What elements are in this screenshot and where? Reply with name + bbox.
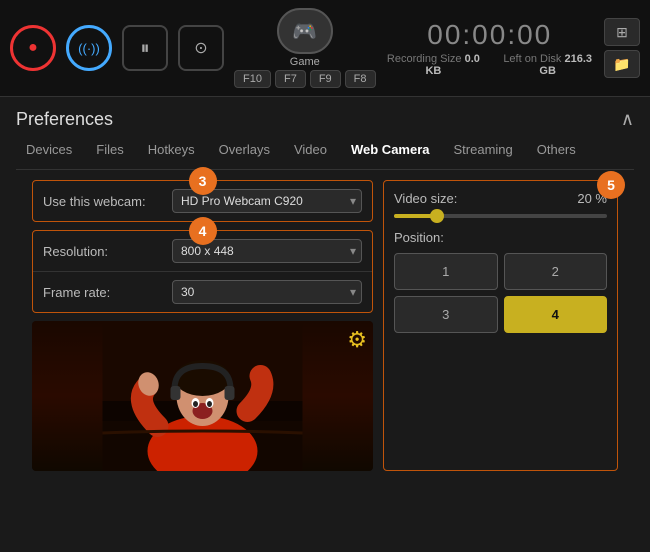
position-3-button[interactable]: 3 xyxy=(394,296,498,333)
record-button[interactable]: ● xyxy=(10,25,56,71)
folder-action-button[interactable]: 📁 xyxy=(604,50,640,78)
pause-icon: ⏸ xyxy=(141,38,150,59)
position-1-button[interactable]: 1 xyxy=(394,253,498,290)
webcam-preview: ⚙ xyxy=(32,321,373,471)
tab-devices[interactable]: Devices xyxy=(16,138,82,161)
tab-webcamera[interactable]: Web Camera xyxy=(341,138,440,161)
tab-files[interactable]: Files xyxy=(86,138,133,161)
right-panel: 5 Video size: 20 % Position: 1 2 3 4 xyxy=(383,180,618,471)
resolution-label: Resolution: xyxy=(43,244,108,259)
recording-size-label: Recording Size 0.0 KB xyxy=(386,53,482,77)
step-5-badge: 5 xyxy=(597,171,625,199)
position-grid: 1 2 3 4 xyxy=(394,253,607,333)
video-size-row: Video size: 20 % xyxy=(394,191,607,206)
media-icon: ⊞ xyxy=(616,24,628,41)
folder-icon: 📁 xyxy=(613,56,630,73)
step-3-badge: 3 xyxy=(189,167,217,195)
framerate-select[interactable]: 30 xyxy=(172,280,362,304)
person-background xyxy=(32,321,373,471)
video-size-label: Video size: xyxy=(394,191,457,206)
top-actions: ⊞ 📁 xyxy=(604,18,640,78)
hotkey-f7[interactable]: F7 xyxy=(275,70,306,88)
framerate-label: Frame rate: xyxy=(43,285,110,300)
game-label: Game xyxy=(290,56,320,68)
screenshot-icon: ⊙ xyxy=(194,38,207,58)
tab-others[interactable]: Others xyxy=(527,138,586,161)
timer-display: 00:00:00 xyxy=(386,19,595,51)
media-action-button[interactable]: ⊞ xyxy=(604,18,640,46)
tab-video[interactable]: Video xyxy=(284,138,337,161)
tab-hotkeys[interactable]: Hotkeys xyxy=(138,138,205,161)
slider-thumb[interactable] xyxy=(430,209,444,223)
left-panel: 3 Use this webcam: HD Pro Webcam C920 4 xyxy=(32,180,373,471)
game-button[interactable]: 🎮 xyxy=(277,8,333,54)
position-2-button[interactable]: 2 xyxy=(504,253,608,290)
record-icon: ● xyxy=(28,39,38,57)
person-image xyxy=(32,321,373,471)
resolution-box: 4 Resolution: 800 x 448 Frame rate: 30 xyxy=(32,230,373,313)
preferences-title: Preferences xyxy=(16,109,113,130)
top-bar: ● ((·)) ⏸ ⊙ 🎮 Game F10 F7 F9 F8 00:00:00… xyxy=(0,0,650,97)
content-area: 3 Use this webcam: HD Pro Webcam C920 4 xyxy=(16,180,634,471)
tab-streaming[interactable]: Streaming xyxy=(444,138,523,161)
timer-section: 00:00:00 Recording Size 0.0 KB Left on D… xyxy=(386,19,595,77)
preferences-panel: Preferences ∧ Devices Files Hotkeys Over… xyxy=(0,97,650,471)
broadcast-button[interactable]: ((·)) xyxy=(66,25,112,71)
hotkey-f8[interactable]: F8 xyxy=(345,70,376,88)
timer-info: Recording Size 0.0 KB Left on Disk 216.3… xyxy=(386,53,595,77)
left-on-disk-label: Left on Disk 216.3 GB xyxy=(501,53,594,77)
hotkey-f10[interactable]: F10 xyxy=(234,70,271,88)
tab-overlays[interactable]: Overlays xyxy=(209,138,280,161)
webcam-gear-icon[interactable]: ⚙ xyxy=(347,327,367,353)
step-4-badge: 4 xyxy=(189,217,217,245)
broadcast-icon: ((·)) xyxy=(78,41,100,56)
hotkey-f9[interactable]: F9 xyxy=(310,70,341,88)
preferences-tabs: Devices Files Hotkeys Overlays Video Web… xyxy=(16,138,634,170)
framerate-select-wrapper: 30 xyxy=(172,280,362,304)
use-webcam-label: Use this webcam: xyxy=(43,194,146,209)
webcam-box: 3 Use this webcam: HD Pro Webcam C920 xyxy=(32,180,373,222)
slider-track[interactable] xyxy=(394,214,607,218)
pause-button[interactable]: ⏸ xyxy=(122,25,168,71)
position-label: Position: xyxy=(394,230,607,245)
collapse-button[interactable]: ∧ xyxy=(621,109,634,130)
slider-container xyxy=(394,214,607,218)
preferences-header: Preferences ∧ xyxy=(16,109,634,130)
screenshot-button[interactable]: ⊙ xyxy=(178,25,224,71)
position-4-button[interactable]: 4 xyxy=(504,296,608,333)
game-icon: 🎮 xyxy=(292,19,317,44)
framerate-row: Frame rate: 30 xyxy=(33,272,372,312)
